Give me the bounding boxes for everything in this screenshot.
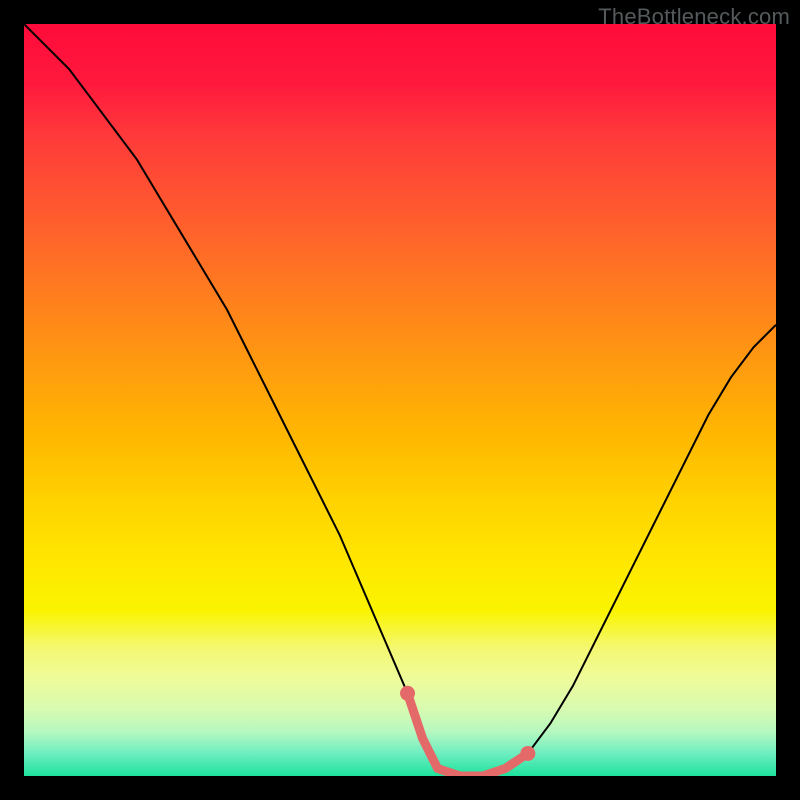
highlight-endpoint-left bbox=[400, 686, 415, 701]
highlight-endpoint-right bbox=[520, 746, 535, 761]
chart-plot-area bbox=[24, 24, 776, 776]
bottleneck-curve bbox=[24, 24, 776, 776]
chart-frame: TheBottleneck.com bbox=[0, 0, 800, 800]
watermark-text: TheBottleneck.com bbox=[598, 4, 790, 30]
chart-svg bbox=[24, 24, 776, 776]
zero-bottleneck-highlight bbox=[408, 693, 528, 776]
